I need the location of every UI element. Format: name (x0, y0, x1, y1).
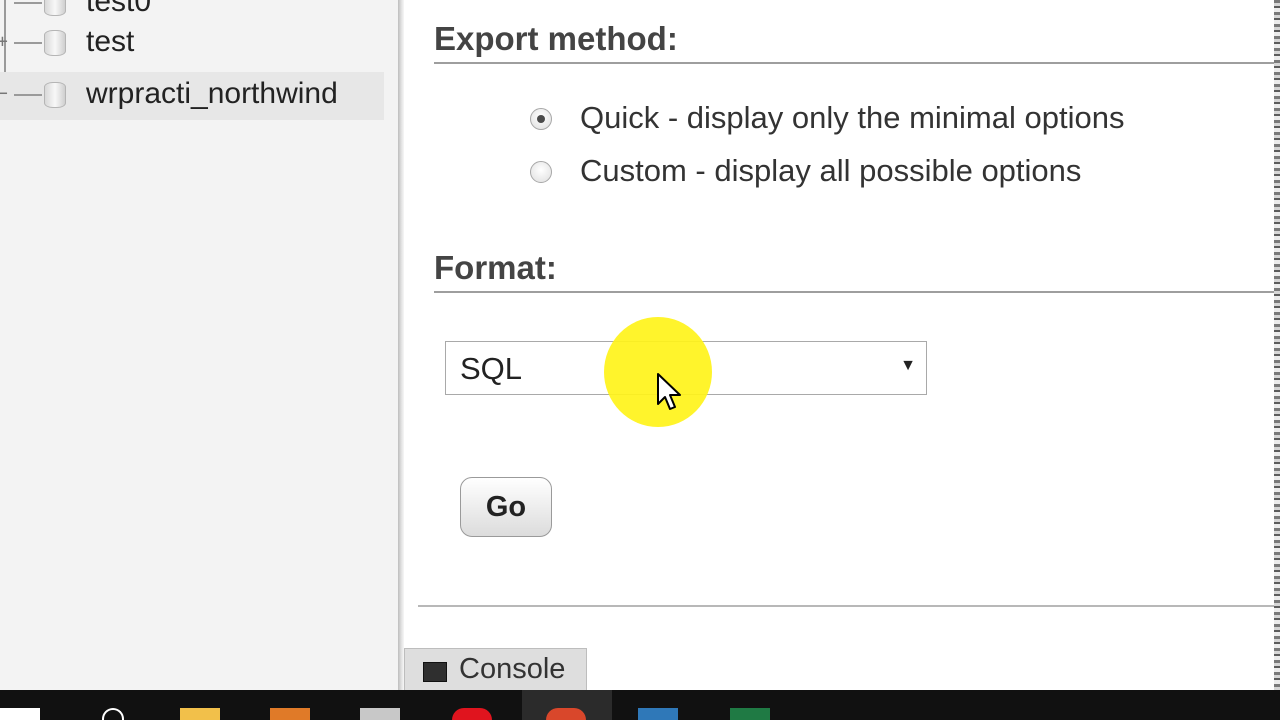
format-selected-value[interactable]: SQL (460, 351, 522, 387)
navigation-sidebar: test0 + test − wrpracti_northwind (0, 0, 398, 690)
taskbar-button[interactable] (706, 690, 796, 720)
custom-radio-button[interactable] (530, 161, 552, 183)
sidebar-item-label[interactable]: test (86, 25, 134, 59)
search-icon[interactable] (102, 708, 124, 720)
taskbar-button[interactable] (336, 690, 426, 720)
opera-browser-icon[interactable] (452, 708, 492, 720)
go-button[interactable]: Go (460, 477, 552, 537)
windows-start-icon[interactable] (0, 708, 40, 720)
export-panel: Export method: Quick - display only the … (404, 0, 1280, 690)
sidebar-item-wrpracti-northwind[interactable]: − wrpracti_northwind (0, 72, 384, 120)
quick-radio-button[interactable] (530, 108, 552, 130)
console-icon[interactable] (423, 662, 447, 682)
quick-option-label[interactable]: Quick - display only the minimal options (580, 100, 1124, 136)
file-explorer-icon[interactable] (180, 708, 220, 720)
sidebar-item-label[interactable]: test0 (86, 0, 151, 19)
expand-plus-icon[interactable]: + (0, 33, 11, 51)
database-icon (44, 30, 66, 56)
database-icon (44, 82, 66, 108)
export-method-heading: Export method: (434, 20, 1274, 64)
excel-icon[interactable] (730, 708, 770, 720)
sublime-text-icon[interactable] (270, 708, 310, 720)
mouse-pointer-icon (657, 373, 681, 410)
tree-branch-line (14, 94, 42, 96)
console-toggle[interactable]: Console (404, 648, 587, 690)
tree-branch-line (14, 42, 42, 44)
app-window-icon[interactable] (360, 708, 400, 720)
taskbar-button[interactable] (428, 690, 518, 720)
taskbar-button[interactable] (66, 690, 156, 720)
format-heading: Format: (434, 249, 1274, 293)
window-edge (1274, 0, 1280, 690)
chrome-browser-icon[interactable] (546, 708, 586, 720)
mysql-workbench-icon[interactable] (638, 708, 678, 720)
custom-option-label[interactable]: Custom - display all possible options (580, 153, 1081, 189)
taskbar (0, 690, 1280, 720)
taskbar-button[interactable] (522, 690, 612, 720)
tree-branch-line (14, 2, 42, 4)
collapse-minus-icon[interactable]: − (0, 85, 11, 103)
sidebar-item-test[interactable]: + test (0, 20, 384, 68)
database-icon (44, 0, 66, 16)
sidebar-item-label[interactable]: wrpracti_northwind (86, 77, 338, 111)
console-label[interactable]: Console (459, 653, 565, 686)
taskbar-button[interactable] (0, 690, 66, 720)
taskbar-button[interactable] (614, 690, 704, 720)
section-divider (418, 605, 1280, 607)
taskbar-button[interactable] (156, 690, 246, 720)
chevron-down-icon[interactable]: ▼ (900, 357, 916, 375)
taskbar-button[interactable] (246, 690, 336, 720)
